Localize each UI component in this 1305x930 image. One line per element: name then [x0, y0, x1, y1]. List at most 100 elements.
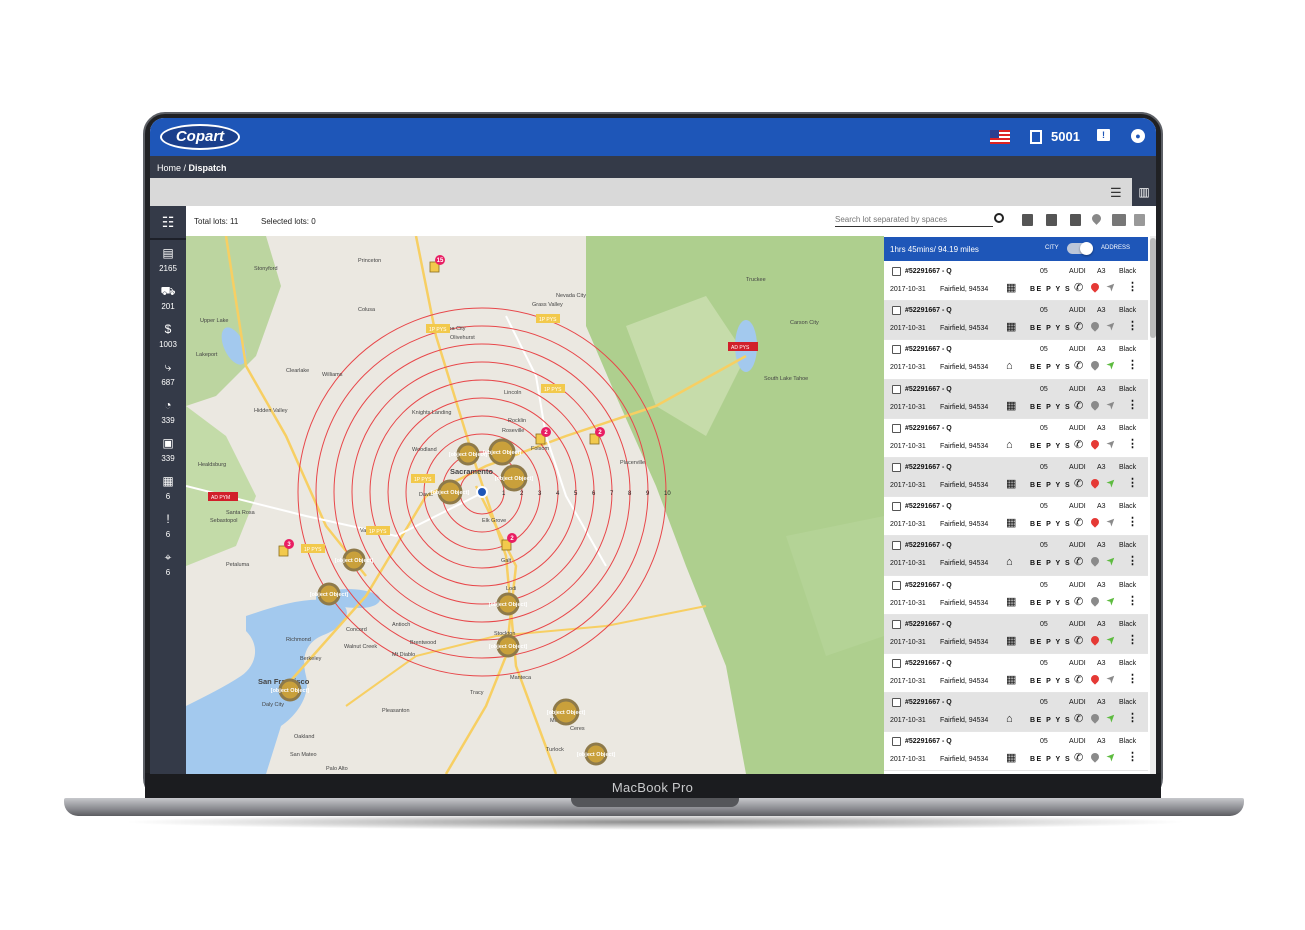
more-options-icon[interactable]: ⋮ [1127, 281, 1138, 293]
navigate-icon[interactable]: ➤ [1104, 554, 1119, 569]
lot-select-checkbox[interactable] [892, 541, 901, 551]
phone-icon[interactable]: ✆ [1074, 674, 1083, 686]
more-options-icon[interactable]: ⋮ [1127, 399, 1138, 411]
lot-row[interactable]: #52291667 - Q 05 AUDI A3 Black 2017-10-31 Fair… [884, 654, 1148, 694]
phone-icon[interactable]: ✆ [1074, 400, 1083, 412]
location-pin-icon[interactable] [1089, 477, 1101, 489]
dispatch-map[interactable]: Stonyford Princeton Grass Valley Truckee Upp… [186, 236, 884, 774]
user-account-icon[interactable]: ● [1131, 129, 1145, 143]
lot-row[interactable]: #52291667 - Q 05 AUDI A3 Black 2017-10-31 Fair… [884, 732, 1148, 772]
map-view-icon[interactable]: ▥ [1132, 178, 1156, 206]
lot-number[interactable]: #52291667 - Q [905, 268, 952, 275]
phone-icon[interactable]: ✆ [1074, 517, 1083, 529]
more-options-icon[interactable]: ⋮ [1127, 673, 1138, 685]
feedback-icon[interactable]: ! [1097, 129, 1110, 141]
lot-number[interactable]: #52291667 - Q [905, 738, 952, 745]
phone-icon[interactable]: ✆ [1074, 596, 1083, 608]
checklist-icon[interactable] [1134, 214, 1145, 226]
print-icon[interactable] [1070, 214, 1081, 226]
lot-select-checkbox[interactable] [892, 462, 901, 472]
navigate-icon[interactable]: ➤ [1104, 593, 1119, 608]
lot-select-checkbox[interactable] [892, 658, 901, 668]
lot-row[interactable]: #52291667 - Q 05 AUDI A3 Black 2017-10-31 Fair… [884, 536, 1148, 576]
lot-number[interactable]: #52291667 - Q [905, 582, 952, 589]
lot-select-checkbox[interactable] [892, 267, 901, 276]
lot-select-checkbox[interactable] [892, 423, 901, 433]
lot-select-checkbox[interactable] [892, 384, 901, 394]
location-pin-icon[interactable] [1089, 359, 1101, 372]
location-pin-icon[interactable] [1089, 516, 1101, 528]
list-scroll-thumb[interactable] [1150, 238, 1156, 338]
lot-number[interactable]: #52291667 - Q [905, 660, 952, 667]
lot-select-checkbox[interactable] [892, 619, 901, 629]
lot-select-checkbox[interactable] [892, 737, 901, 747]
location-pin-icon[interactable] [1089, 673, 1101, 685]
phone-icon[interactable]: ✆ [1074, 713, 1083, 725]
phone-icon[interactable]: ✆ [1074, 635, 1083, 647]
more-options-icon[interactable]: ⋮ [1127, 359, 1138, 371]
location-pin-icon[interactable] [1089, 634, 1101, 646]
lot-select-checkbox[interactable] [892, 698, 901, 708]
lot-number[interactable]: #52291667 - Q [905, 542, 952, 549]
list-view-icon[interactable]: ☰ [1110, 185, 1122, 201]
navigate-icon[interactable]: ➤ [1104, 671, 1119, 686]
more-options-icon[interactable]: ⋮ [1127, 516, 1138, 528]
lot-row[interactable]: #52291667 - Q 05 AUDI A3 Black 2017-10-31 Fair… [884, 419, 1148, 458]
sidebar-item[interactable]: ⛟ 201 [150, 278, 186, 316]
more-options-icon[interactable]: ⋮ [1127, 438, 1138, 450]
us-flag-icon[interactable] [990, 130, 1010, 144]
filter-settings-icon[interactable]: ☷ [150, 206, 186, 240]
lot-number[interactable]: #52291667 - Q [905, 503, 952, 510]
sidebar-item[interactable]: ▤ 2165 [150, 240, 186, 278]
location-pin-icon[interactable] [1089, 438, 1101, 450]
location-icon[interactable] [1090, 212, 1103, 225]
sidebar-item[interactable]: ⌖ 6 [150, 544, 186, 582]
sidebar-item[interactable]: ⤷ 687 [150, 354, 186, 392]
location-pin-icon[interactable] [1089, 712, 1101, 724]
lot-row[interactable]: #52291667 - Q 05 AUDI A3 Black 2017-10-31 Fair… [884, 614, 1148, 654]
lot-number[interactable]: #52291667 - Q [905, 699, 952, 706]
lot-row[interactable]: #52291667 - Q 05 AUDI A3 Black 2017-10-31 Fair… [884, 379, 1148, 419]
lot-number[interactable]: #52291667 - Q [905, 386, 952, 393]
sidebar-item[interactable]: $1003 [150, 316, 186, 354]
navigate-icon[interactable]: ➤ [1104, 358, 1119, 373]
sidebar-item[interactable]: ◔ 339 [150, 392, 186, 430]
phone-icon[interactable]: ✆ [1074, 321, 1083, 333]
lot-row[interactable]: #52291667 - Q 05 AUDI A3 Black 2017-10-31 Fair… [884, 457, 1148, 498]
navigate-icon[interactable]: ➤ [1104, 475, 1119, 490]
location-pin-icon[interactable] [1089, 320, 1101, 332]
lot-row[interactable]: #52291667 - Q 05 AUDI A3 Black 2017-10-31 Fair… [884, 340, 1148, 380]
yard-number[interactable]: 5001 [1051, 129, 1080, 144]
sidebar-item[interactable]: ▣ 339 [150, 430, 186, 468]
navigate-icon[interactable]: ➤ [1104, 632, 1119, 647]
lot-number[interactable]: #52291667 - Q [905, 346, 952, 353]
more-options-icon[interactable]: ⋮ [1127, 712, 1138, 724]
phone-icon[interactable]: ✆ [1074, 282, 1083, 294]
phone-icon[interactable]: ✆ [1074, 478, 1083, 490]
lot-row[interactable]: #52291667 - Q 05 AUDI A3 Black 2017-10-31 Fair… [884, 497, 1148, 537]
phone-icon[interactable]: ✆ [1074, 360, 1083, 372]
lot-number[interactable]: #52291667 - Q [905, 464, 952, 471]
navigate-icon[interactable]: ➤ [1104, 711, 1119, 726]
navigate-icon[interactable]: ➤ [1104, 397, 1119, 412]
lot-row[interactable]: #52291667 - Q 05 AUDI A3 Black 2017-10-31 Fair… [884, 576, 1148, 615]
location-pin-icon[interactable] [1089, 398, 1101, 411]
location-pin-icon[interactable] [1089, 281, 1101, 293]
copart-logo[interactable]: Copart [160, 124, 240, 150]
lot-select-checkbox[interactable] [892, 580, 901, 590]
more-options-icon[interactable]: ⋮ [1127, 477, 1138, 489]
more-options-icon[interactable]: ⋮ [1127, 555, 1138, 567]
phone-icon[interactable]: ✆ [1074, 439, 1083, 451]
lot-number[interactable]: #52291667 - Q [905, 307, 952, 314]
assign-icon[interactable] [1046, 214, 1057, 226]
search-icon[interactable] [994, 213, 1004, 223]
navigate-icon[interactable]: ➤ [1104, 279, 1119, 294]
navigate-icon[interactable]: ➤ [1104, 750, 1119, 765]
navigate-icon[interactable]: ➤ [1104, 319, 1119, 334]
lot-number[interactable]: #52291667 - Q [905, 425, 952, 432]
id-card-icon[interactable] [1112, 214, 1126, 226]
phone-icon[interactable]: ✆ [1074, 752, 1083, 764]
lot-select-checkbox[interactable] [892, 345, 901, 355]
search-input[interactable] [835, 213, 993, 227]
navigate-icon[interactable]: ➤ [1104, 515, 1119, 530]
